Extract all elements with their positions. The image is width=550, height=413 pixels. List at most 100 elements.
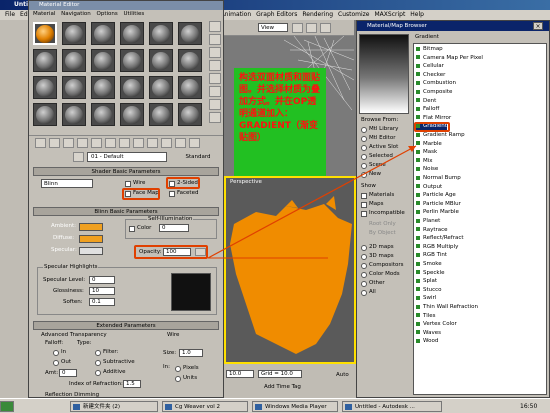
sample-slot[interactable] <box>149 49 173 72</box>
map-list-item[interactable]: Smoke <box>416 261 442 268</box>
add-time-tag[interactable]: Add Time Tag <box>264 384 301 391</box>
sample-slot[interactable] <box>62 103 86 126</box>
max-menu-graph-editors[interactable]: Graph Editors <box>256 11 297 18</box>
menu-utilities[interactable]: Utilities <box>124 11 145 17</box>
map-list-item[interactable]: Vertex Color <box>416 321 457 328</box>
start-button[interactable] <box>0 401 14 412</box>
browse-new-radio[interactable] <box>361 172 367 178</box>
map-list-item[interactable]: Output <box>416 184 442 191</box>
subtractive-radio[interactable] <box>95 360 101 366</box>
map-list-item[interactable]: Perlin Marble <box>416 209 459 216</box>
map-list-item[interactable]: Combustion <box>416 80 456 87</box>
sample-slot[interactable] <box>149 22 173 45</box>
map-list-item[interactable]: Splat <box>416 278 437 285</box>
sample-slot[interactable] <box>91 22 115 45</box>
map-type-other-radio[interactable] <box>361 281 367 287</box>
self-illum-value[interactable]: 0 <box>159 224 189 232</box>
extended-rollout[interactable]: Extended Parameters <box>33 321 219 330</box>
task-3dsmax[interactable]: Untitled - Autodesk ... <box>342 401 442 412</box>
show-incompatible-checkbox[interactable] <box>361 211 367 217</box>
select-by-material-icon[interactable] <box>209 112 221 123</box>
sample-slot[interactable] <box>62 76 86 99</box>
wire-checkbox[interactable] <box>125 181 131 187</box>
menu-options[interactable]: Options <box>97 11 118 17</box>
map-list-item[interactable]: RGB Tint <box>416 252 447 259</box>
sample-slot[interactable] <box>178 49 202 72</box>
map-type-compositors-radio[interactable] <box>361 263 367 269</box>
ior-value[interactable]: 1.5 <box>123 380 141 388</box>
sample-slot[interactable] <box>91 103 115 126</box>
sample-type-icon[interactable] <box>209 21 221 32</box>
map-list-item[interactable]: Normal Bump <box>416 175 461 182</box>
blinn-rollout[interactable]: Blinn Basic Parameters <box>33 207 219 216</box>
map-list[interactable]: Bitmap Camera Map Per Pixel Cellular Checke… <box>413 43 547 395</box>
sample-slot[interactable] <box>120 49 144 72</box>
show-materials-checkbox[interactable] <box>361 193 367 199</box>
spec-level-value[interactable]: 0 <box>89 276 115 284</box>
sample-slot[interactable] <box>62 22 86 45</box>
show-maps-checkbox[interactable] <box>361 202 367 208</box>
sample-slot[interactable] <box>149 103 173 126</box>
max-menu-maxscript[interactable]: MAXScript <box>375 11 406 18</box>
map-list-item[interactable]: Raytrace <box>416 227 448 234</box>
map-list-item[interactable]: Particle Age <box>416 192 456 199</box>
go-forward-icon[interactable] <box>189 138 200 148</box>
additive-radio[interactable] <box>95 370 101 376</box>
auto-key-label[interactable]: Auto <box>336 372 349 379</box>
map-list-item[interactable]: Speckle <box>416 270 445 277</box>
get-material-icon[interactable] <box>35 138 46 148</box>
map-list-item[interactable]: Thin Wall Refraction <box>416 304 478 311</box>
sample-slot[interactable] <box>120 76 144 99</box>
map-list-item[interactable]: Composite <box>416 89 452 96</box>
map-type-3d-maps-radio[interactable] <box>361 254 367 260</box>
material-name-field[interactable]: 01 - Default <box>87 152 167 162</box>
falloff-in-radio[interactable] <box>53 350 59 356</box>
map-type-all-radio[interactable] <box>361 290 367 296</box>
map-list-item[interactable]: Tiles <box>416 313 436 320</box>
make-unique-icon[interactable] <box>105 138 116 148</box>
menu-material[interactable]: Material <box>33 11 55 17</box>
sample-slot[interactable] <box>33 22 57 45</box>
assign-to-selection-icon[interactable] <box>63 138 74 148</box>
sample-slot[interactable] <box>120 103 144 126</box>
material-id-icon[interactable] <box>133 138 144 148</box>
specular-swatch[interactable] <box>79 247 103 255</box>
pixels-radio[interactable] <box>175 366 181 372</box>
time-field[interactable]: 10.0 <box>226 370 254 378</box>
sample-slot[interactable] <box>33 76 57 99</box>
map-list-item[interactable]: Gradient Ramp <box>416 132 465 139</box>
options-icon[interactable] <box>209 99 221 110</box>
sample-slot[interactable] <box>33 49 57 72</box>
background-icon[interactable] <box>209 47 221 58</box>
map-list-item[interactable]: Mask <box>416 149 437 156</box>
map-list-item[interactable]: Bitmap <box>416 46 443 53</box>
browse-active-slot-radio[interactable] <box>361 145 367 151</box>
map-list-item[interactable]: Reflect/Refract <box>416 235 464 242</box>
map-list-item[interactable]: Falloff <box>416 106 439 113</box>
max-menu-help[interactable]: Help <box>410 11 424 18</box>
sample-slot[interactable] <box>91 49 115 72</box>
map-list-item[interactable]: Planet <box>416 218 440 225</box>
map-list-item[interactable]: Dent <box>416 98 436 105</box>
close-icon[interactable]: × <box>533 22 543 30</box>
reset-map-icon[interactable] <box>77 138 88 148</box>
copy-material-icon[interactable] <box>91 138 102 148</box>
units-radio[interactable] <box>175 376 181 382</box>
sample-slot[interactable] <box>62 49 86 72</box>
map-list-item[interactable]: Flat Mirror <box>416 115 451 122</box>
map-list-item[interactable]: Marble <box>416 141 442 148</box>
browse-mtl-editor-radio[interactable] <box>361 136 367 142</box>
browse-scene-radio[interactable] <box>361 163 367 169</box>
max-menu-file[interactable]: File <box>5 11 15 18</box>
map-list-item[interactable]: Particle MBlur <box>416 201 461 208</box>
size-value[interactable]: 1.0 <box>179 349 203 357</box>
map-list-item[interactable]: Mix <box>416 158 433 165</box>
video-color-icon[interactable] <box>209 73 221 84</box>
falloff-out-radio[interactable] <box>53 360 59 366</box>
map-list-item[interactable]: Checker <box>416 72 445 79</box>
perspective-viewport[interactable]: Perspective <box>224 176 356 364</box>
material-type-button[interactable]: Standard <box>177 152 219 162</box>
select-icon[interactable] <box>320 23 331 33</box>
go-to-parent-icon[interactable] <box>175 138 186 148</box>
task-media-player[interactable]: Windows Media Player <box>252 401 338 412</box>
